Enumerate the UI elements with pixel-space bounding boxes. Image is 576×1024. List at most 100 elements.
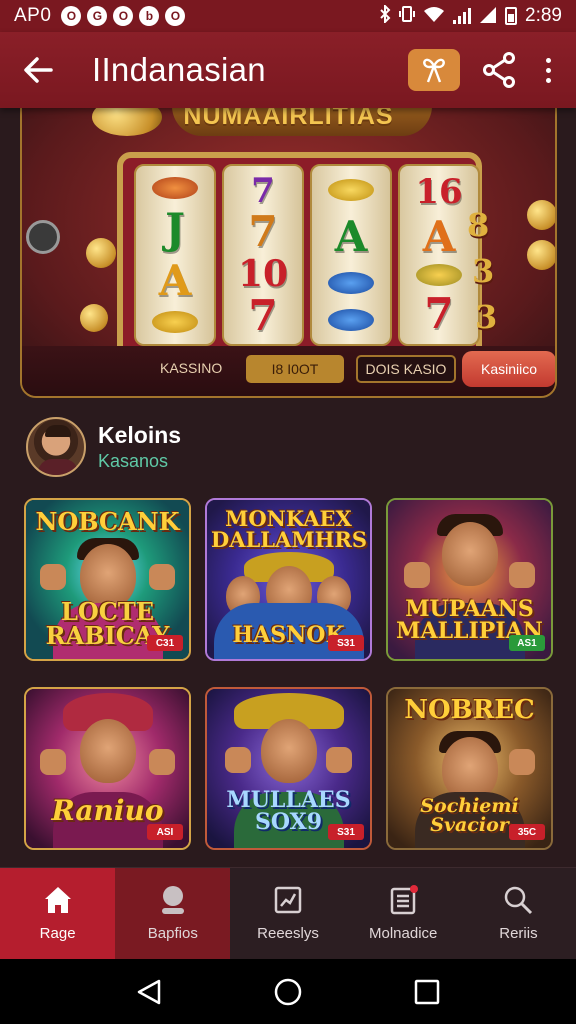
banner-label: KASSINO: [160, 360, 223, 376]
side-symbol: 3: [475, 298, 498, 336]
reel-symbol: A: [158, 255, 192, 305]
slot-banner[interactable]: NUMAAIRLITIAS J A 7 7 10 7 A 16 A 7 8 3 …: [20, 100, 557, 398]
side-symbol: 3: [472, 252, 495, 290]
game-card[interactable]: MUPAANS MALLIPIAN AS1: [386, 498, 553, 661]
character-fist: [149, 564, 175, 590]
profile-text: Keloins Kasanos: [98, 422, 181, 472]
gold-symbol-icon: [152, 311, 198, 334]
reel: A: [310, 164, 392, 346]
document-icon: [388, 885, 419, 915]
back-triangle-icon[interactable]: [129, 972, 169, 1012]
share-button[interactable]: [482, 52, 516, 88]
character-fist: [149, 749, 175, 775]
nav-item-profile[interactable]: Bapfios: [115, 868, 231, 959]
game-subtitle: Raniuo: [51, 794, 164, 827]
reel: 7 7 10 7: [222, 164, 304, 346]
app-bar: IIndanasian: [0, 32, 576, 108]
reel-symbol: 7: [424, 288, 454, 338]
notification-icon: G: [87, 6, 108, 26]
gift-button[interactable]: [408, 49, 460, 91]
reel-symbol: 7: [251, 170, 275, 211]
character-face: [441, 522, 498, 586]
character-fist: [509, 562, 535, 588]
reel-symbol: 7: [248, 290, 278, 340]
game-badge: AS1: [509, 635, 545, 651]
nav-item-search[interactable]: Reriis: [461, 868, 576, 959]
signal-icon: [479, 7, 497, 24]
home-icon: [43, 885, 73, 915]
banner-info-bar: KASSINO I8 I0OT DOIS KASIO Kasiniico: [22, 346, 555, 396]
reel-symbol: A: [334, 211, 368, 261]
nav-label: Reeeslys: [257, 925, 319, 942]
game-badge: S31: [328, 635, 364, 651]
blue-symbol-icon: [328, 272, 374, 295]
banner-play-button[interactable]: Kasiniico: [462, 351, 555, 387]
home-circle-icon[interactable]: [268, 972, 308, 1012]
page-title: IIndanasian: [92, 51, 266, 88]
profile-row[interactable]: Keloins Kasanos: [26, 417, 181, 477]
profile-name: Keloins: [98, 422, 182, 448]
bluetooth-icon: [379, 3, 391, 28]
profile-icon: [158, 885, 188, 915]
banner-info-pill[interactable]: DOIS KASIO: [356, 355, 456, 383]
reel-symbol: J: [165, 204, 185, 254]
bottom-nav: Rage Bapfios Reeeslys Molnadice Reriis: [0, 867, 576, 959]
more-vertical-icon: [545, 67, 551, 73]
clock-time: 2:89: [525, 5, 562, 26]
share-icon: [483, 52, 515, 88]
notification-icon: O: [61, 6, 82, 26]
wifi-icon: [423, 5, 445, 28]
character-face: [79, 719, 136, 783]
notification-icon: O: [165, 6, 186, 26]
status-left: AP0 O G O b O: [14, 5, 186, 27]
reel: J A: [134, 164, 216, 346]
app-screen: AP0 O G O b O 2:89 IIndanasian NUMAAIRLI…: [0, 0, 576, 1024]
system-nav-bar: [0, 959, 576, 1024]
slot-reels: J A 7 7 10 7 A 16 A 7: [134, 164, 480, 346]
character-fist: [509, 749, 535, 775]
game-badge: C31: [147, 635, 183, 651]
game-badge: ASI: [147, 824, 183, 840]
game-badge: 35C: [509, 824, 545, 840]
character-fist: [225, 747, 251, 773]
reel-symbol: 10: [237, 252, 289, 295]
chart-icon: [273, 885, 303, 915]
coin-icon: [527, 240, 555, 270]
profile-subtitle: Kasanos: [98, 451, 169, 471]
nav-label: Molnadice: [369, 925, 438, 942]
character-face: [260, 719, 317, 783]
character-fist: [404, 562, 430, 588]
nav-item-results[interactable]: Reeeslys: [230, 868, 345, 959]
slot-lever-knob: [26, 220, 60, 254]
game-title: NOBCANK: [35, 507, 180, 536]
game-card[interactable]: Raniuo ASI: [24, 687, 191, 850]
vibrate-icon: [399, 5, 416, 28]
more-vertical-icon: [545, 57, 551, 63]
coin-icon: [80, 304, 108, 332]
reel-symbol: 7: [248, 206, 278, 256]
gold-symbol-icon: [328, 179, 374, 202]
fruit-symbol-icon: [152, 176, 198, 199]
nav-item-messages[interactable]: Molnadice: [346, 868, 461, 959]
reel-symbol: 16: [415, 172, 463, 213]
nav-label: Reriis: [499, 925, 538, 942]
game-card[interactable]: NOBREC Sochiemi Svacior 35C: [386, 687, 553, 850]
back-button[interactable]: [18, 50, 58, 90]
banner-bet-pill[interactable]: I8 I0OT: [246, 355, 344, 383]
game-card[interactable]: MONKAEX DALLAMHRS HASNOK S31: [205, 498, 372, 661]
search-icon: [503, 885, 533, 915]
signal-icon: [453, 8, 472, 24]
character-fist: [40, 749, 66, 775]
character-fist: [326, 747, 352, 773]
game-card[interactable]: NOBCANK LOCTE RABICAY C31: [24, 498, 191, 661]
game-card[interactable]: MULLAES SOX9 S31: [205, 687, 372, 850]
carrier-label: AP0: [14, 5, 52, 26]
coin-icon: [527, 200, 555, 230]
game-title: MONKAEX DALLAMHRS: [211, 506, 368, 552]
nav-label: Bapfios: [147, 925, 198, 942]
status-right: 2:89: [379, 3, 562, 28]
recents-square-icon[interactable]: [407, 972, 447, 1012]
nav-item-home[interactable]: Rage: [0, 868, 116, 959]
battery-icon: [505, 7, 518, 25]
more-options-button[interactable]: [538, 57, 558, 83]
